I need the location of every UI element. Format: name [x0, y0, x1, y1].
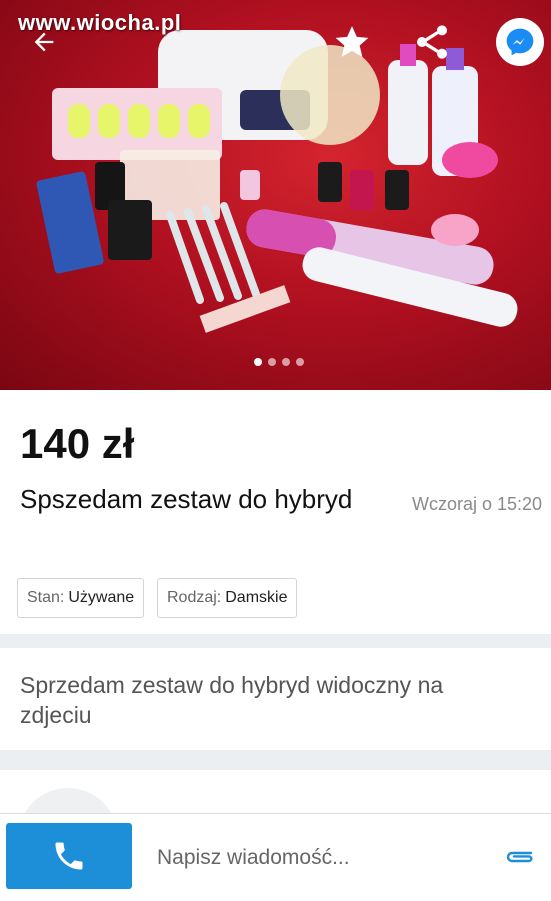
param-key: Rodzaj: — [167, 589, 222, 606]
param-key: Stan: — [27, 589, 65, 606]
gallery-dot[interactable] — [254, 358, 262, 366]
listing-title: Spszedam zestaw do hybryd — [20, 484, 353, 514]
photo-gallery[interactable]: www.wiocha.pl — [0, 0, 551, 390]
price: 140 zł — [20, 420, 135, 467]
share-icon — [417, 25, 447, 59]
call-button[interactable] — [6, 823, 132, 889]
param-value: Damskie — [225, 589, 288, 606]
posted-date: Wczoraj o 15:20 — [412, 494, 543, 514]
gallery-indicator — [254, 358, 304, 366]
share-button[interactable] — [408, 18, 456, 66]
gallery-dot[interactable] — [268, 358, 276, 366]
attach-button[interactable] — [500, 842, 540, 872]
product-photo — [36, 30, 518, 333]
description: Sprzedam zestaw do hybryd widoczny na zd… — [20, 672, 444, 728]
gallery-dot[interactable] — [282, 358, 290, 366]
param-type: Rodzaj: Damskie — [157, 578, 298, 618]
gallery-dot[interactable] — [296, 358, 304, 366]
param-condition: Stan: Używane — [17, 578, 145, 618]
phone-icon — [55, 842, 83, 870]
back-arrow-icon — [34, 32, 54, 52]
messenger-icon — [506, 28, 534, 56]
paperclip-icon — [506, 851, 533, 863]
messenger-button[interactable] — [496, 18, 544, 66]
back-button[interactable] — [20, 18, 68, 66]
message-input[interactable] — [157, 842, 487, 874]
star-icon — [335, 26, 369, 57]
param-value: Używane — [68, 589, 135, 606]
favorite-button[interactable] — [328, 18, 376, 66]
